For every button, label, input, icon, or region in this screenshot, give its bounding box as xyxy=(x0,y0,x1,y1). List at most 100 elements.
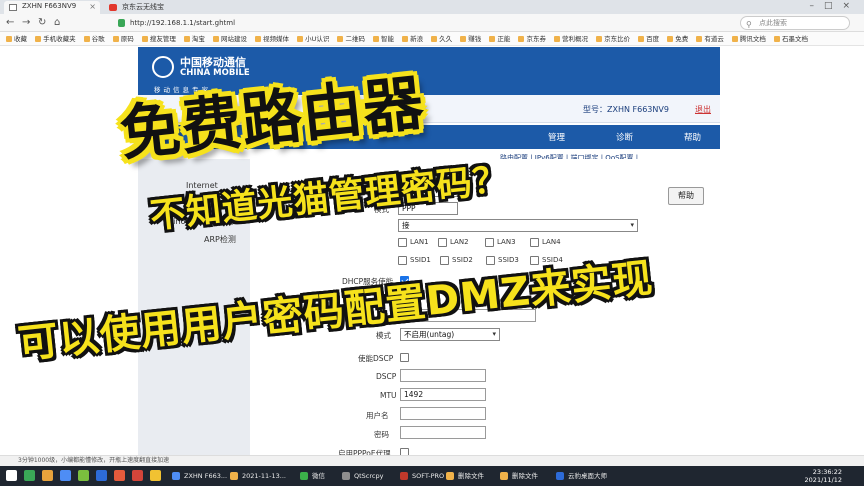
ssid2-label: SSID2 xyxy=(452,256,473,264)
app-icon[interactable] xyxy=(60,470,71,481)
app-icon[interactable] xyxy=(150,470,161,481)
bookmark-item[interactable]: 手机收藏夹 xyxy=(35,32,76,45)
wifi-icon xyxy=(109,4,117,11)
lan4-checkbox[interactable] xyxy=(530,238,539,247)
folder-icon xyxy=(112,36,119,42)
folder-icon xyxy=(554,36,561,42)
password-field[interactable] xyxy=(400,426,486,439)
url-field[interactable]: http://192.168.1.1/start.ghtml xyxy=(118,17,708,29)
bookmark-item[interactable]: 谷歌 xyxy=(83,32,105,45)
mtu-field[interactable]: 1492 xyxy=(400,388,486,401)
logout-link[interactable]: 退出 xyxy=(695,104,711,115)
lan2-checkbox[interactable] xyxy=(438,238,447,247)
url-text: http://192.168.1.1/start.ghtml xyxy=(130,19,236,27)
lan3-checkbox[interactable] xyxy=(485,238,494,247)
search-icon: ⚲ xyxy=(746,20,752,29)
bookmark-item[interactable]: 原码 xyxy=(112,32,134,45)
menu-manage[interactable]: 管理 xyxy=(548,131,565,143)
model-label: 型号：ZXHN F663NV9 xyxy=(583,105,669,114)
vlan-mode-select[interactable]: 不启用(untag) ▾ xyxy=(400,328,500,341)
bookmark-item[interactable]: 石墨文档 xyxy=(773,32,808,45)
taskbar-item[interactable]: QtScrcpy xyxy=(340,469,392,483)
forward-icon[interactable]: → xyxy=(22,17,30,28)
bookmark-item[interactable]: 智能 xyxy=(373,32,394,45)
bookmark-item[interactable]: 营利概况 xyxy=(554,32,588,45)
bookmark-item[interactable]: 收藏 xyxy=(6,32,27,45)
system-clock[interactable]: 23:36:22 2021/11/12 xyxy=(805,468,842,484)
bookmark-item[interactable]: 二维码 xyxy=(337,32,365,45)
app-icon[interactable] xyxy=(114,470,125,481)
menu-diagnose[interactable]: 诊断 xyxy=(616,131,633,143)
taskbar-item[interactable]: SOFT-PRO xyxy=(398,469,444,483)
bookmark-item[interactable]: 京东比价 xyxy=(596,32,630,45)
bookmark-item[interactable]: 赚钱 xyxy=(460,32,481,45)
folder-icon xyxy=(83,36,90,42)
ssid1-checkbox[interactable] xyxy=(398,256,407,265)
close-icon[interactable]: × xyxy=(89,2,96,11)
bookmark-item[interactable]: 有道云 xyxy=(696,32,724,45)
dscp-enable-checkbox[interactable] xyxy=(400,353,409,362)
bookmark-item[interactable]: 小U认识 xyxy=(297,32,329,45)
app-icon xyxy=(342,472,350,480)
address-bar: ← → ↻ ⌂ http://192.168.1.1/start.ghtml ⚲… xyxy=(0,14,864,32)
bookmark-item[interactable]: 腾讯文档 xyxy=(731,32,766,45)
folder-icon xyxy=(460,36,467,42)
lan1-checkbox[interactable] xyxy=(398,238,407,247)
taskbar-item[interactable]: 删除文件 xyxy=(498,469,548,483)
home-icon[interactable]: ⌂ xyxy=(54,17,60,28)
taskbar-item[interactable]: 2021-11-13... xyxy=(228,469,294,483)
browser-status-bar: 3分钟1000级，小编都能懂修改，开瓶上速度翻直接加速 xyxy=(0,455,864,466)
app-icon[interactable] xyxy=(24,470,35,481)
browser-icon xyxy=(172,472,180,480)
username-field[interactable] xyxy=(400,407,486,420)
tab-jd-wifi[interactable]: 京东云无线宝 xyxy=(104,1,200,14)
dscp-field[interactable] xyxy=(400,369,486,382)
bookmark-item[interactable]: 搜友管理 xyxy=(141,32,176,45)
bookmark-item[interactable]: 久久 xyxy=(431,32,452,45)
app-icon[interactable] xyxy=(132,470,143,481)
bookmark-item[interactable]: 新浪 xyxy=(402,32,423,45)
username-label: 用户名 xyxy=(366,411,389,420)
bookmark-item[interactable]: 百度 xyxy=(638,32,659,45)
app-icon[interactable] xyxy=(42,470,53,481)
dscp-enable-label: 使能DSCP xyxy=(358,354,394,363)
folder-icon xyxy=(6,36,12,42)
taskbar-item[interactable]: ZXHN F663... xyxy=(170,469,227,483)
windows-start-icon[interactable] xyxy=(6,470,17,481)
folder-icon xyxy=(446,472,454,480)
bookmarks-bar: 收藏 手机收藏夹 谷歌 原码 搜友管理 淘宝 网站建设 视频媒体 小U认识 二维… xyxy=(0,32,864,46)
folder-icon xyxy=(500,472,508,480)
taskbar-item[interactable]: 微信 xyxy=(298,469,334,483)
tab-label: 京东云无线宝 xyxy=(122,3,164,11)
bookmark-item[interactable]: 京东券 xyxy=(518,32,546,45)
back-icon[interactable]: ← xyxy=(6,17,14,28)
ssid2-checkbox[interactable] xyxy=(440,256,449,265)
document-icon xyxy=(9,4,17,11)
lan2-label: LAN2 xyxy=(450,238,469,246)
bookmark-item[interactable]: 正能 xyxy=(489,32,510,45)
ssid1-label: SSID1 xyxy=(410,256,431,264)
bookmark-item[interactable]: 视频媒体 xyxy=(255,32,289,45)
help-button[interactable]: 帮助 xyxy=(668,187,704,205)
tab-router[interactable]: ZXHN F663NV9 × xyxy=(4,1,100,14)
search-input[interactable]: ⚲ 点此搜索 xyxy=(740,16,850,30)
bookmark-item[interactable]: 淘宝 xyxy=(183,32,205,45)
taskbar-item[interactable]: 删除文件 xyxy=(444,469,494,483)
clock-time: 23:36:22 xyxy=(812,468,842,476)
reload-icon[interactable]: ↻ xyxy=(38,17,46,28)
app-icon[interactable] xyxy=(78,470,89,481)
taskbar-item[interactable]: 云豹桌面大师 xyxy=(554,469,616,483)
nav-item-arp[interactable]: ARP检测 xyxy=(204,234,236,245)
dscp-label: DSCP xyxy=(376,372,397,381)
screen: ZXHN F663NV9 × 京东云无线宝 –□× ← → ↻ ⌂ http:/… xyxy=(0,0,864,486)
connection-select[interactable]: 接 ▾ xyxy=(398,219,638,232)
bookmark-item[interactable]: 免费 xyxy=(667,32,688,45)
browser-tab-bar: ZXHN F663NV9 × 京东云无线宝 –□× xyxy=(0,0,864,14)
menu-help[interactable]: 帮助 xyxy=(684,131,701,143)
window-controls[interactable]: –□× xyxy=(809,1,860,11)
folder-icon xyxy=(212,36,219,42)
app-icon[interactable] xyxy=(96,470,107,481)
folder-icon xyxy=(489,36,496,42)
bookmark-item[interactable]: 网站建设 xyxy=(212,32,247,45)
folder-icon xyxy=(596,36,603,42)
